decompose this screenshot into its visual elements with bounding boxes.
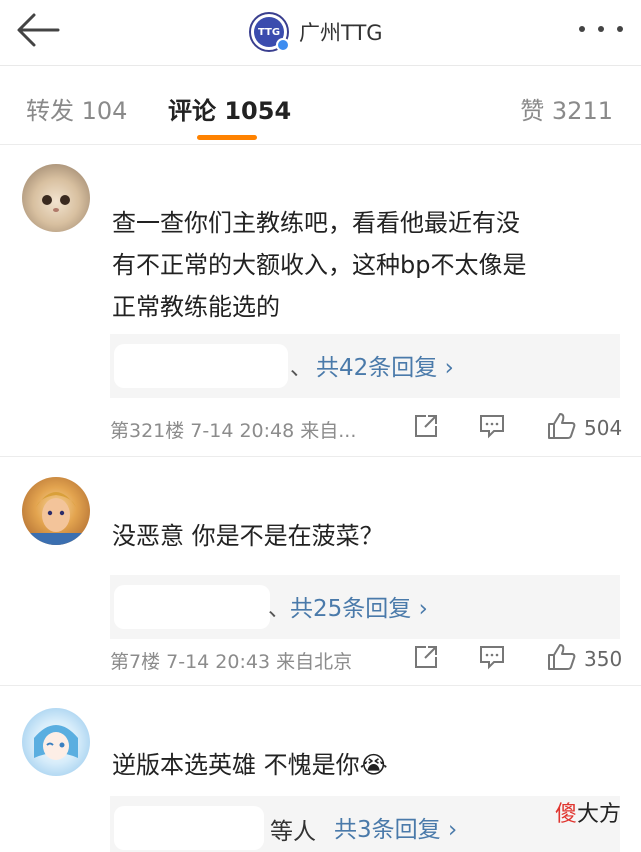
- redacted-replier-names: [114, 806, 264, 850]
- cat-avatar-icon: [42, 195, 70, 212]
- like-button[interactable]: [546, 412, 576, 445]
- cartoon-avatar-icon: [22, 492, 90, 545]
- tab-comments[interactable]: 评论 1054: [168, 91, 291, 126]
- comment-line: 逆版本选英雄 不愧是你😭: [112, 751, 388, 779]
- comment-meta: 第7楼 7-14 20:43 来自北京 350: [110, 643, 623, 676]
- floor-info: 第7楼 7-14 20:43 来自北京: [110, 651, 353, 673]
- redacted-replier-names: [114, 585, 270, 629]
- account-avatar[interactable]: TTG: [249, 12, 290, 52]
- reply-count-link[interactable]: 共25条回复 ›: [290, 589, 428, 623]
- comment-icon: [480, 646, 504, 670]
- reply-button[interactable]: [478, 412, 506, 445]
- redacted-replier-names: [114, 344, 288, 388]
- user-avatar[interactable]: [22, 708, 90, 776]
- like-button[interactable]: [546, 643, 576, 676]
- more-options-button[interactable]: [579, 22, 623, 36]
- comment-icon: [480, 415, 504, 439]
- comment-text: 逆版本选英雄 不愧是你😭: [112, 744, 612, 786]
- account-title[interactable]: TTG 广州TTG: [249, 10, 383, 54]
- comment-line: 正常教练能选的: [112, 293, 280, 321]
- comment-line: 有不正常的大额收入，这种bp不太像是: [112, 251, 527, 279]
- dot-icon: [579, 26, 585, 32]
- comment-text: 没恶意 你是不是在菠菜？: [112, 515, 612, 557]
- anime-avatar-icon: [34, 725, 78, 760]
- share-icon: [415, 646, 437, 668]
- comment-item: 没恶意 你是不是在菠菜？ 、 共25条回复 › 第7楼 7-14 20:43 来…: [0, 457, 641, 685]
- page-title: 广州TTG: [299, 21, 383, 45]
- dot-icon: [617, 26, 623, 32]
- user-avatar[interactable]: [22, 164, 90, 232]
- top-bar: TTG 广州TTG: [0, 0, 641, 66]
- comment-line: 没恶意 你是不是在菠菜？: [112, 522, 384, 550]
- reply-separator: 等人: [270, 819, 316, 845]
- tab-repost[interactable]: 转发 104: [26, 91, 127, 126]
- replies-preview[interactable]: 、 共25条回复 ›: [110, 575, 620, 639]
- replies-preview[interactable]: 、 共42条回复 ›: [110, 334, 620, 398]
- comment-item: 逆版本选英雄 不愧是你😭 等人 共3条回复 ›: [0, 686, 641, 852]
- verified-badge-icon: [276, 38, 290, 52]
- watermark: 傻大方: [555, 796, 621, 828]
- thumbs-up-icon: [548, 413, 576, 439]
- watermark-text: 大方: [576, 802, 621, 827]
- active-tab-indicator: [197, 135, 257, 140]
- floor-info: 第321楼 7-14 20:48 来自...: [110, 420, 357, 442]
- comment-line: 查一查你们主教练吧，看看他最近有没: [112, 209, 520, 237]
- replies-preview[interactable]: 等人 共3条回复 ›: [110, 796, 620, 852]
- reply-separator: 、: [290, 356, 313, 381]
- tab-bar: 转发 104 评论 1054 赞 3211: [0, 67, 641, 145]
- dot-icon: [598, 26, 604, 32]
- share-icon: [415, 415, 437, 437]
- thumbs-up-icon: [548, 644, 576, 670]
- share-button[interactable]: [412, 412, 440, 445]
- like-count: 350: [584, 647, 623, 671]
- user-avatar[interactable]: [22, 477, 90, 545]
- reply-separator: 、: [268, 597, 291, 622]
- like-count: 504: [584, 416, 623, 440]
- share-button[interactable]: [412, 643, 440, 676]
- comment-meta: 第321楼 7-14 20:48 来自... 504: [110, 412, 623, 445]
- tab-likes[interactable]: 赞 3211: [520, 91, 613, 126]
- reply-button[interactable]: [478, 643, 506, 676]
- comment-text: 查一查你们主教练吧，看看他最近有没 有不正常的大额收入，这种bp不太像是 正常教…: [112, 202, 612, 328]
- back-button[interactable]: [14, 10, 62, 50]
- back-arrow-icon: [17, 13, 60, 47]
- reply-count-link[interactable]: 共3条回复 ›: [334, 810, 457, 844]
- comment-item: 查一查你们主教练吧，看看他最近有没 有不正常的大额收入，这种bp不太像是 正常教…: [0, 146, 641, 456]
- watermark-red-char: 傻: [554, 802, 577, 827]
- reply-count-link[interactable]: 共42条回复 ›: [316, 348, 454, 382]
